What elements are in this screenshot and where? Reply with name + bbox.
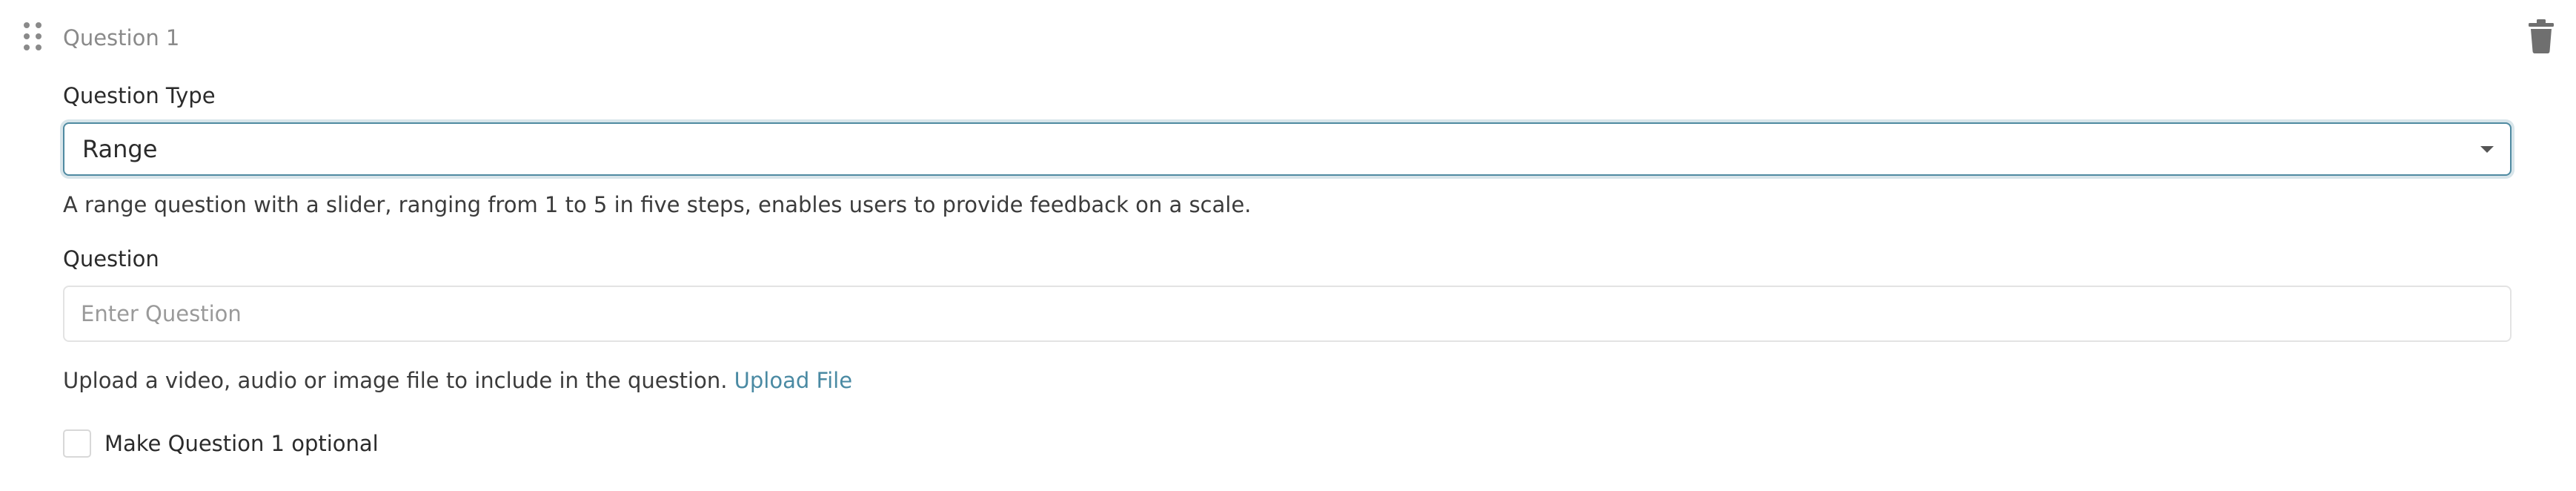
chevron-down-icon <box>2480 146 2494 153</box>
question-editor: Question 1 Question Type Range A range q… <box>0 0 2576 491</box>
drag-handle-icon[interactable] <box>24 22 42 52</box>
upload-help-text: Upload a video, audio or image file to i… <box>63 368 734 393</box>
optional-toggle[interactable]: Make Question 1 optional <box>63 429 379 458</box>
question-label: Question <box>63 246 159 271</box>
trash-icon[interactable] <box>2527 19 2555 53</box>
upload-file-link[interactable]: Upload File <box>734 368 852 393</box>
optional-checkbox[interactable] <box>63 429 91 458</box>
optional-label: Make Question 1 optional <box>104 431 379 456</box>
question-title: Question 1 <box>63 25 180 50</box>
question-input[interactable] <box>63 286 2512 342</box>
upload-help: Upload a video, audio or image file to i… <box>63 366 852 395</box>
question-type-help-text: A range question with a slider, ranging … <box>63 192 1252 217</box>
question-type-select[interactable]: Range <box>63 122 2512 176</box>
question-type-label: Question Type <box>63 83 216 108</box>
question-type-selected-value: Range <box>82 135 158 163</box>
